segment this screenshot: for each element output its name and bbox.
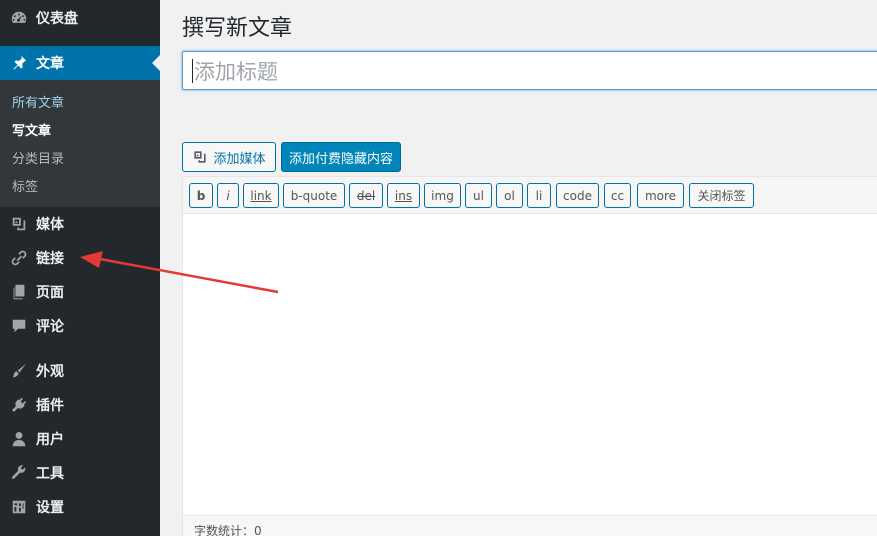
add-media-label: 添加媒体	[213, 151, 266, 167]
sidebar-item-pages[interactable]: 页面	[0, 275, 160, 309]
post-title-input[interactable]: 添加标题	[182, 51, 877, 90]
wrench-icon	[0, 456, 36, 490]
current-page-indicator	[152, 55, 160, 71]
sidebar-item-media[interactable]: 媒体	[0, 207, 160, 241]
submenu-item-all-posts[interactable]: 所有文章	[12, 92, 64, 111]
qt-li-button[interactable]: li	[527, 183, 551, 208]
qt-more-button[interactable]: more	[637, 183, 684, 208]
dashboard-icon	[0, 1, 36, 35]
text-editor: b i link b-quote del ins img ul ol li co…	[182, 176, 877, 536]
qt-ins-button[interactable]: ins	[387, 183, 420, 208]
posts-submenu: 所有文章 写文章 分类目录 标签	[0, 80, 160, 207]
sidebar-item-label: 外观	[36, 364, 64, 380]
qt-ol-button[interactable]: ol	[496, 183, 523, 208]
qt-code-button[interactable]: code	[556, 183, 599, 208]
add-paid-hidden-content-button[interactable]: 添加付费隐藏内容	[281, 142, 401, 172]
word-count-status: 字数统计：0	[183, 515, 877, 536]
qt-bquote-button[interactable]: b-quote	[283, 183, 345, 208]
plugin-icon	[0, 388, 36, 422]
sidebar-item-label: 工具	[36, 466, 64, 482]
sidebar-item-label: 文章	[36, 56, 64, 72]
media-icon	[194, 151, 207, 163]
pin-icon	[0, 46, 36, 80]
sidebar-item-links[interactable]: 链接	[0, 241, 160, 275]
brush-icon	[0, 354, 36, 388]
sidebar-item-label: 仪表盘	[36, 11, 78, 27]
qt-img-button[interactable]: img	[424, 183, 461, 208]
text-caret	[192, 58, 193, 83]
comment-icon	[0, 309, 36, 343]
sidebar-item-label: 媒体	[36, 217, 64, 233]
page-icon	[0, 275, 36, 309]
qt-bold-button[interactable]: b	[189, 183, 213, 208]
admin-sidebar: 仪表盘 文章 所有文章 写文章 分类目录 标签 媒体 链接 页面 评论 外观 插…	[0, 0, 160, 536]
submenu-item-categories[interactable]: 分类目录	[12, 148, 64, 167]
sidebar-item-label: 设置	[36, 500, 64, 516]
sidebar-item-label: 插件	[36, 398, 64, 414]
sidebar-item-label: 页面	[36, 285, 64, 301]
sidebar-item-posts[interactable]: 文章	[0, 46, 160, 80]
qt-close-tags-button[interactable]: 关闭标签	[689, 183, 754, 208]
qt-del-button[interactable]: del	[349, 183, 383, 208]
sidebar-item-label: 评论	[36, 319, 64, 335]
qt-link-button[interactable]: link	[243, 183, 279, 208]
sidebar-item-appearance[interactable]: 外观	[0, 354, 160, 388]
sidebar-item-settings[interactable]: 设置	[0, 490, 160, 524]
settings-icon	[0, 490, 36, 524]
sidebar-item-comments[interactable]: 评论	[0, 309, 160, 343]
add-media-button[interactable]: 添加媒体	[182, 142, 276, 172]
quicktags-toolbar: b i link b-quote del ins img ul ol li co…	[183, 177, 877, 214]
qt-ul-button[interactable]: ul	[465, 183, 492, 208]
sidebar-item-plugins[interactable]: 插件	[0, 388, 160, 422]
sidebar-item-label: 用户	[36, 432, 64, 448]
title-placeholder: 添加标题	[194, 59, 278, 84]
sidebar-item-label: 链接	[36, 251, 64, 267]
sidebar-item-dashboard[interactable]: 仪表盘	[0, 1, 160, 35]
page-title: 撰写新文章	[182, 16, 293, 41]
qt-cc-button[interactable]: cc	[604, 183, 631, 208]
content-textarea[interactable]	[183, 214, 877, 514]
sidebar-item-tools[interactable]: 工具	[0, 456, 160, 490]
submenu-item-tags[interactable]: 标签	[12, 176, 38, 195]
link-icon	[0, 241, 36, 275]
qt-italic-button[interactable]: i	[217, 183, 239, 208]
sidebar-item-users[interactable]: 用户	[0, 422, 160, 456]
user-icon	[0, 422, 36, 456]
media-icon	[0, 207, 36, 241]
submenu-item-write-post[interactable]: 写文章	[12, 120, 51, 139]
